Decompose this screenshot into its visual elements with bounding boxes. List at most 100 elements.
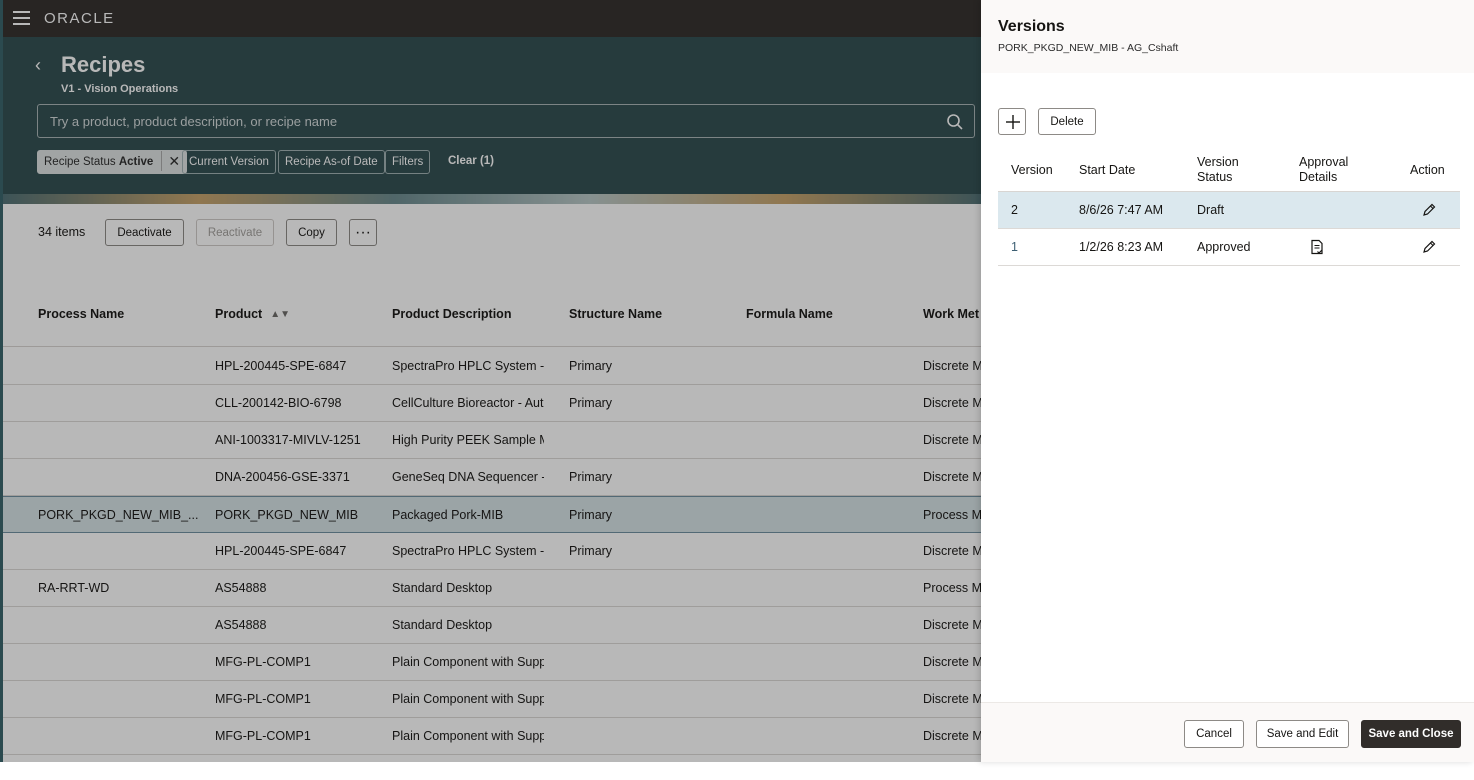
cell-product: DNA-200456-GSE-3371 <box>215 470 350 484</box>
approval-document-icon[interactable] <box>1309 239 1325 255</box>
cell-work-method: Process M <box>923 581 981 595</box>
table-row[interactable]: HPL-200445-SPE-6847 SpectraPro HPLC Syste… <box>3 348 981 385</box>
reactivate-button[interactable]: Reactivate <box>196 219 274 246</box>
version-status: Approved <box>1197 240 1251 254</box>
table-toolbar: 34 items Deactivate Reactivate Copy ··· <box>3 204 981 264</box>
table-row[interactable]: AS54888 Standard Desktop Discrete M <box>3 607 981 644</box>
cell-work-method: Discrete M <box>923 433 981 447</box>
decorative-banner <box>3 194 981 204</box>
cell-structure-name: Primary <box>569 470 613 484</box>
chip-filters[interactable]: Filters <box>385 150 431 174</box>
page-bottom-edge <box>0 762 1474 780</box>
chip-as-of-date[interactable]: Recipe As-of Date <box>278 150 385 174</box>
cell-work-method: Discrete M <box>923 470 981 484</box>
chip-recipe-status[interactable]: Recipe Status Active ✕ <box>37 150 188 174</box>
cell-product-description: Packaged Pork-MIB <box>392 508 504 522</box>
cell-product: ANI-1003317-MIVLV-1251 <box>215 433 361 447</box>
clear-filters-link[interactable]: Clear (1) <box>442 150 500 174</box>
cell-structure-name: Primary <box>569 508 613 522</box>
cell-structure-name: Primary <box>569 359 613 373</box>
cell-structure-name: Primary <box>569 544 613 558</box>
column-header-start-date: Start Date <box>1079 163 1136 177</box>
more-actions-button[interactable]: ··· <box>349 219 377 246</box>
add-version-button[interactable] <box>998 108 1026 135</box>
cell-product: MFG-PL-COMP1 <box>215 729 311 743</box>
close-icon[interactable]: ✕ <box>161 151 180 171</box>
save-and-close-button[interactable]: Save and Close <box>1361 720 1461 748</box>
chip-current-version[interactable]: Current Version <box>182 150 276 174</box>
copy-button[interactable]: Copy <box>286 219 337 246</box>
edit-pencil-icon[interactable] <box>1422 240 1436 254</box>
table-row[interactable]: PORK_PKGD_NEW_MIB_... PORK_PKGD_NEW_MIB Pa… <box>3 496 981 533</box>
search-input[interactable] <box>50 105 930 137</box>
cell-product-description: Plain Component with Supp <box>392 692 544 706</box>
column-header-product-label: Product <box>215 307 263 321</box>
column-header-product[interactable]: Product ▲▼ <box>215 307 290 321</box>
edit-pencil-icon[interactable] <box>1422 203 1436 217</box>
table-row[interactable]: RA-RRT-WD AS54888 Standard Desktop Process … <box>3 570 981 607</box>
drawer-subtitle: PORK_PKGD_NEW_MIB - AG_Cshaft <box>998 42 1179 54</box>
cell-product-description: CellCulture Bioreactor - Aut <box>392 396 544 410</box>
column-header-version-status: Version Status <box>1197 155 1239 185</box>
cell-product-description: Plain Component with Supp <box>392 729 544 743</box>
cell-product: PORK_PKGD_NEW_MIB <box>215 508 359 522</box>
versions-table-header: Version Start Date Version Status Approva… <box>998 150 1460 192</box>
page-subtitle: V1 - Vision Operations <box>61 83 179 95</box>
cell-work-method: Discrete M <box>923 618 981 632</box>
column-header-structure-name[interactable]: Structure Name <box>569 307 662 321</box>
cell-product: CLL-200142-BIO-6798 <box>215 396 342 410</box>
cancel-button[interactable]: Cancel <box>1184 720 1244 748</box>
hamburger-menu-icon[interactable] <box>13 11 30 25</box>
page-header: ‹ Recipes V1 - Vision Operations Recipe … <box>3 37 981 194</box>
version-number[interactable]: 1 <box>1011 240 1018 254</box>
table-row[interactable]: MFG-PL-COMP1 Plain Component with Supp Dis… <box>3 718 981 755</box>
cell-work-method: Discrete M <box>923 396 981 410</box>
version-row[interactable]: 2 8/6/26 7:47 AM Draft <box>998 192 1460 229</box>
table-row[interactable]: CLL-200142-BIO-6798 CellCulture Bioreacto… <box>3 385 981 422</box>
approval-header-line1: Approval <box>1299 155 1349 169</box>
cell-product-description: SpectraPro HPLC System - I <box>392 359 544 373</box>
drawer-footer: Cancel Save and Edit Save and Close <box>981 702 1474 762</box>
cell-work-method: Discrete M <box>923 359 981 373</box>
drawer-header: Versions PORK_PKGD_NEW_MIB - AG_Cshaft <box>981 0 1474 73</box>
column-header-formula-name[interactable]: Formula Name <box>746 307 833 321</box>
cell-product-description: Plain Component with Supp <box>392 655 544 669</box>
cell-process-name: RA-RRT-WD <box>38 581 110 595</box>
column-header-product-description[interactable]: Product Description <box>392 307 511 321</box>
search-icon[interactable] <box>946 113 964 131</box>
sort-icon[interactable]: ▲▼ <box>270 309 290 320</box>
cell-product-description: GeneSeq DNA Sequencer - <box>392 470 544 484</box>
column-header-version: Version <box>1011 163 1053 177</box>
save-and-edit-button[interactable]: Save and Edit <box>1256 720 1349 748</box>
cell-product: MFG-PL-COMP1 <box>215 692 311 706</box>
cell-work-method: Discrete M <box>923 544 981 558</box>
delete-button[interactable]: Delete <box>1038 108 1096 135</box>
page-title: Recipes <box>61 52 146 77</box>
table-row[interactable]: HPL-200445-SPE-6847 SpectraPro HPLC Syste… <box>3 533 981 570</box>
version-row[interactable]: 1 1/2/26 8:23 AM Approved <box>998 229 1460 266</box>
cell-work-method: Process M <box>923 508 981 522</box>
approval-header-line2: Details <box>1299 170 1338 184</box>
column-header-work-method[interactable]: Work Met <box>923 307 979 321</box>
column-header-process-name[interactable]: Process Name <box>38 307 124 321</box>
cell-product: AS54888 <box>215 618 267 632</box>
cell-work-method: Discrete M <box>923 655 981 669</box>
table-row[interactable]: ANI-1003317-MIVLV-1251 High Purity PEEK S… <box>3 422 981 459</box>
versions-drawer: Versions PORK_PKGD_NEW_MIB - AG_Cshaft D… <box>981 0 1474 762</box>
cell-product: HPL-200445-SPE-6847 <box>215 544 347 558</box>
back-chevron-icon[interactable]: ‹ <box>35 56 49 74</box>
cell-product-description: SpectraPro HPLC System - I <box>392 544 544 558</box>
recipes-page: ORACLE ‹ Recipes V1 - Vision Operations … <box>3 0 981 762</box>
cell-product-description: Standard Desktop <box>392 581 493 595</box>
deactivate-button[interactable]: Deactivate <box>105 219 184 246</box>
chip-status-value: Active <box>118 156 154 168</box>
table-row[interactable]: MFG-PL-COMP1 Plain Component with Supp Dis… <box>3 644 981 681</box>
table-row[interactable]: MFG-PL-COMP1 Plain Component with Supp Dis… <box>3 681 981 718</box>
version-start-date: 8/6/26 7:47 AM <box>1079 203 1164 217</box>
oracle-logo: ORACLE <box>44 10 115 27</box>
cell-product: AS54888 <box>215 581 267 595</box>
cell-product-description: High Purity PEEK Sample M <box>392 433 544 447</box>
cell-product: MFG-PL-COMP1 <box>215 655 311 669</box>
table-row[interactable]: DNA-200456-GSE-3371 GeneSeq DNA Sequencer… <box>3 459 981 496</box>
search-box <box>37 104 975 138</box>
